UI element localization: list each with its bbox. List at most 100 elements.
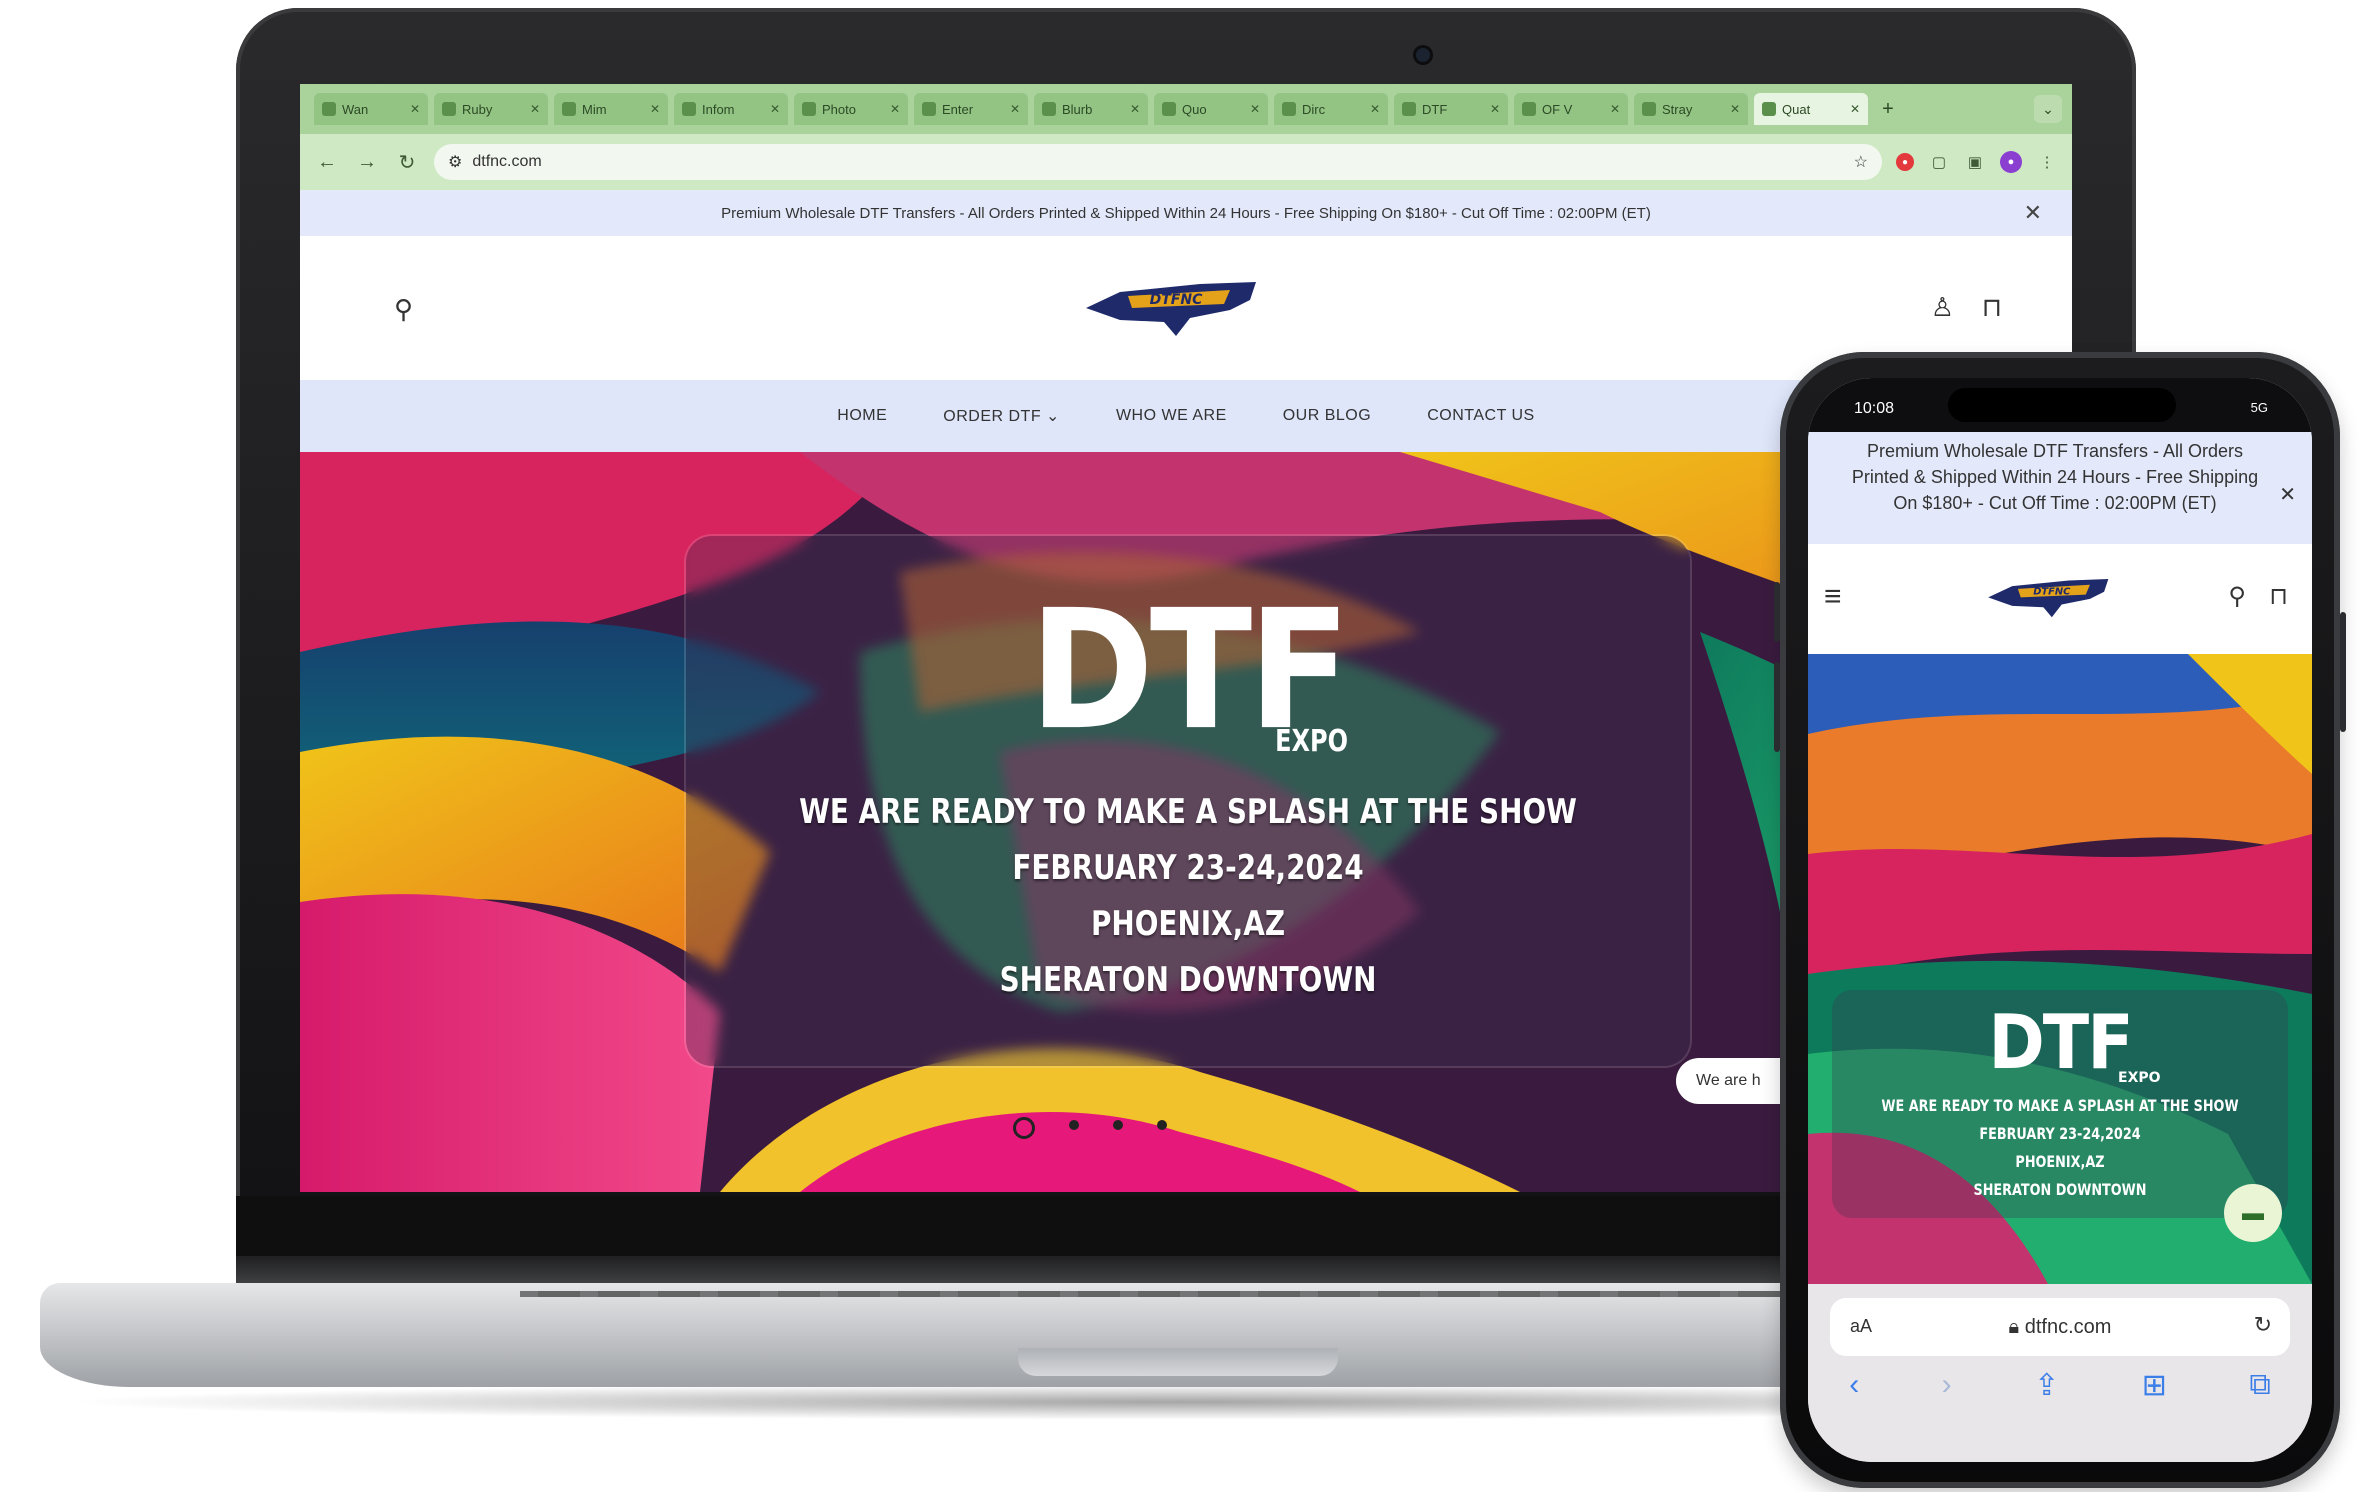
- reload-icon[interactable]: ↻: [2254, 1312, 2272, 1338]
- browser-tab[interactable]: Quat ✕: [1754, 93, 1868, 125]
- phone-site-logo[interactable]: DTFNC: [1984, 570, 2114, 622]
- tab-close-icon[interactable]: ✕: [1850, 102, 1860, 116]
- browser-tab[interactable]: Blurb ✕: [1034, 93, 1148, 125]
- slider-dot[interactable]: [1013, 1117, 1035, 1139]
- browser-tab[interactable]: Photo ✕: [794, 93, 908, 125]
- slider-dot[interactable]: [1069, 1120, 1079, 1130]
- tab-label: Dirc: [1302, 101, 1326, 117]
- phone-hero-line-3: PHOENIX,AZ: [2015, 1152, 2105, 1171]
- nav-order-dtf[interactable]: ORDER DTF ⌄: [943, 406, 1060, 426]
- tab-close-icon[interactable]: ✕: [770, 102, 780, 116]
- cart-bag-icon[interactable]: ⊓: [1982, 292, 2002, 323]
- browser-menu-icon[interactable]: ⋮: [2036, 151, 2058, 173]
- phone-hero[interactable]: DTF EXPO WE ARE READY TO MAKE A SPLASH A…: [1808, 654, 2312, 1284]
- browser-tab[interactable]: Mim ✕: [554, 93, 668, 125]
- tab-favicon-icon: [562, 102, 576, 116]
- tab-close-icon[interactable]: ✕: [410, 102, 420, 116]
- search-icon[interactable]: ⚲: [2228, 582, 2246, 611]
- nav-contact-us[interactable]: CONTACT US: [1427, 407, 1535, 425]
- browser-tab[interactable]: Ruby ✕: [434, 93, 548, 125]
- close-icon[interactable]: ✕: [2024, 200, 2042, 226]
- slider-dot[interactable]: [1113, 1120, 1123, 1130]
- webcam: [1416, 48, 1430, 62]
- slider-dots: [300, 1117, 1976, 1140]
- phone: 10:08 5G Premium Wholesale DTF Transfers…: [1774, 352, 2346, 1488]
- browser-tab[interactable]: Dirc ✕: [1274, 93, 1388, 125]
- tab-label: Blurb: [1062, 101, 1093, 117]
- bookmark-star-icon[interactable]: ☆: [1854, 152, 1868, 172]
- search-icon[interactable]: ⚲: [394, 294, 413, 325]
- phone-side-button: [2340, 612, 2346, 732]
- extension-icon[interactable]: ●: [1896, 153, 1914, 171]
- phone-address-bar[interactable]: aA 🔒︎ dtfnc.com ↻: [1830, 1298, 2290, 1356]
- tab-close-icon[interactable]: ✕: [1370, 102, 1380, 116]
- tab-favicon-icon: [1162, 102, 1176, 116]
- back-icon[interactable]: ←: [314, 151, 340, 174]
- phone-browser-nav: ‹ › ⇪ ⊞ ⧉: [1808, 1368, 2312, 1403]
- account-icon[interactable]: ♙: [1931, 292, 1954, 323]
- nav-who-we-are[interactable]: WHO WE ARE: [1116, 407, 1227, 425]
- chat-icon[interactable]: ▬: [2224, 1184, 2282, 1242]
- hero-line-1: WE ARE READY TO MAKE A SPLASH AT THE SHO…: [799, 792, 1577, 832]
- new-tab-button[interactable]: +: [1874, 95, 1902, 123]
- tab-search-button[interactable]: ⌄: [2034, 95, 2062, 123]
- phone-hero-title: DTF: [1988, 1000, 2133, 1087]
- tab-label: Enter: [942, 101, 974, 117]
- tab-close-icon[interactable]: ✕: [530, 102, 540, 116]
- close-icon[interactable]: ✕: [2279, 482, 2296, 508]
- tab-favicon-icon: [1762, 102, 1776, 116]
- tab-favicon-icon: [1042, 102, 1056, 116]
- nav-our-blog[interactable]: OUR BLOG: [1283, 407, 1371, 425]
- tab-favicon-icon: [802, 102, 816, 116]
- tab-label: Infom: [702, 101, 735, 117]
- status-signal: 5G: [2250, 400, 2268, 415]
- tab-close-icon[interactable]: ✕: [1730, 102, 1740, 116]
- phone-logo-text: DTFNC: [2033, 587, 2071, 598]
- phone-address-text: dtfnc.com: [2024, 1315, 2112, 1338]
- tab-close-icon[interactable]: ✕: [1130, 102, 1140, 116]
- logo-text: DTFNC: [1150, 292, 1203, 308]
- tab-favicon-icon: [922, 102, 936, 116]
- bookmarks-icon[interactable]: ⊞: [2142, 1368, 2167, 1403]
- browser-tab-bar: Wan ✕ Ruby ✕ Mim ✕ Infom ✕ Photo ✕ Enter ✕ Blurb ✕ Quo…: [300, 84, 2072, 134]
- slider-dot[interactable]: [1157, 1120, 1167, 1130]
- back-icon[interactable]: ‹: [1849, 1368, 1859, 1403]
- tab-close-icon[interactable]: ✕: [1010, 102, 1020, 116]
- tab-label: Photo: [822, 101, 856, 117]
- hamburger-menu-icon[interactable]: ≡: [1824, 580, 1842, 614]
- extensions-puzzle-icon[interactable]: ▢: [1928, 151, 1950, 173]
- tab-close-icon[interactable]: ✕: [1610, 102, 1620, 116]
- browser-tab[interactable]: Quo ✕: [1154, 93, 1268, 125]
- browser-tab[interactable]: OF V ✕: [1514, 93, 1628, 125]
- profile-avatar[interactable]: ●: [2000, 151, 2022, 173]
- forward-icon[interactable]: ›: [1942, 1368, 1952, 1403]
- phone-hero-card: DTF EXPO WE ARE READY TO MAKE A SPLASH A…: [1832, 990, 2288, 1218]
- browser-tab[interactable]: Wan ✕: [314, 93, 428, 125]
- share-icon[interactable]: ⇪: [2034, 1368, 2059, 1403]
- reload-icon[interactable]: ↻: [394, 150, 420, 175]
- phone-hero-subtitle: EXPO: [2118, 1070, 2161, 1086]
- tabs-icon[interactable]: ⧉: [2249, 1368, 2270, 1403]
- reader-aa-button[interactable]: aA: [1850, 1316, 1872, 1337]
- tab-label: Stray: [1662, 101, 1693, 117]
- tab-close-icon[interactable]: ✕: [1490, 102, 1500, 116]
- tab-close-icon[interactable]: ✕: [650, 102, 660, 116]
- phone-status-bar: 10:08 5G: [1808, 378, 2312, 432]
- browser-tab[interactable]: Enter ✕: [914, 93, 1028, 125]
- address-bar[interactable]: ⚙ dtfnc.com ☆: [434, 144, 1882, 180]
- site-logo[interactable]: DTFNC: [1080, 270, 1264, 342]
- sidepanel-icon[interactable]: ▣: [1964, 151, 1986, 173]
- tab-close-icon[interactable]: ✕: [890, 102, 900, 116]
- tab-close-icon[interactable]: ✕: [1250, 102, 1260, 116]
- announcement-bar: Premium Wholesale DTF Transfers - All Or…: [300, 190, 2072, 236]
- phone-side-button: [1774, 662, 1780, 752]
- hero-line-4: SHERATON DOWNTOWN: [999, 960, 1377, 1000]
- forward-icon[interactable]: →: [354, 151, 380, 174]
- cart-bag-icon[interactable]: ⊓: [2269, 582, 2288, 611]
- tab-favicon-icon: [1522, 102, 1536, 116]
- browser-tab[interactable]: Infom ✕: [674, 93, 788, 125]
- nav-home[interactable]: HOME: [837, 407, 887, 425]
- browser-tab[interactable]: Stray ✕: [1634, 93, 1748, 125]
- browser-tab[interactable]: DTF ✕: [1394, 93, 1508, 125]
- site-info-icon[interactable]: ⚙: [448, 152, 462, 172]
